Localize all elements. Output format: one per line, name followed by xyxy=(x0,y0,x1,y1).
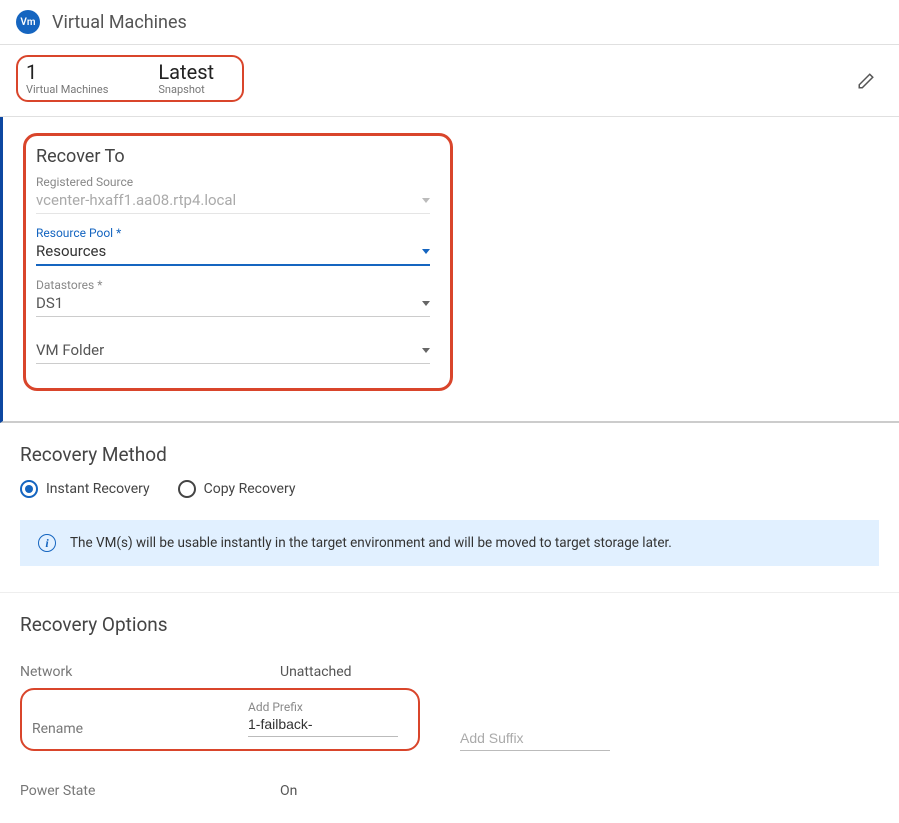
suffix-field xyxy=(460,728,610,751)
recover-to-title: Recover To xyxy=(36,146,430,167)
datastores-select[interactable]: DS1 xyxy=(36,292,430,317)
network-value: Unattached xyxy=(280,664,352,680)
recovery-method-section: Recovery Method Instant Recovery Copy Re… xyxy=(0,423,899,582)
recover-panel: Recover To Registered Source vcenter-hxa… xyxy=(0,117,899,423)
rename-highlight: Rename Add Prefix xyxy=(20,688,420,751)
vm-folder-select[interactable]: VM Folder xyxy=(36,339,430,364)
suffix-input[interactable] xyxy=(460,728,610,751)
power-state-row: Power State On xyxy=(20,769,879,807)
power-state-key: Power State xyxy=(20,783,280,799)
radio-copy-recovery[interactable]: Copy Recovery xyxy=(178,480,296,498)
snapshot-item: Latest Snapshot xyxy=(158,61,214,96)
radio-checked-icon xyxy=(20,480,38,498)
info-text: The VM(s) will be usable instantly in th… xyxy=(70,535,672,551)
summary-highlight: 1 Virtual Machines Latest Snapshot xyxy=(16,55,244,102)
page-header: Vm Virtual Machines xyxy=(0,0,899,45)
summary-bar: 1 Virtual Machines Latest Snapshot xyxy=(0,45,899,117)
radio-copy-label: Copy Recovery xyxy=(204,481,296,497)
vm-folder-value: VM Folder xyxy=(36,341,104,359)
vm-icon: Vm xyxy=(16,10,40,34)
power-state-value: On xyxy=(280,783,297,799)
prefix-input[interactable] xyxy=(248,714,398,737)
resource-pool-select[interactable]: Resources xyxy=(36,240,430,266)
recovery-options-section: Recovery Options Network Unattached Rena… xyxy=(0,593,899,823)
registered-source-field: Registered Source vcenter-hxaff1.aa08.rt… xyxy=(36,173,430,214)
radio-instant-label: Instant Recovery xyxy=(46,481,150,497)
datastores-label: Datastores * xyxy=(36,278,430,292)
page-title: Virtual Machines xyxy=(52,12,187,33)
recover-to-card: Recover To Registered Source vcenter-hxa… xyxy=(23,133,453,391)
recovery-method-title: Recovery Method xyxy=(20,443,879,466)
radio-instant-recovery[interactable]: Instant Recovery xyxy=(20,480,150,498)
datastores-field: Datastores * DS1 xyxy=(36,276,430,317)
rename-key: Rename xyxy=(32,721,248,737)
registered-source-label: Registered Source xyxy=(36,175,430,189)
recovery-method-radios: Instant Recovery Copy Recovery xyxy=(20,480,879,498)
radio-unchecked-icon xyxy=(178,480,196,498)
resource-pool-label: Resource Pool * xyxy=(36,226,430,240)
network-row: Network Unattached xyxy=(20,650,879,688)
network-key: Network xyxy=(20,664,280,680)
snapshot-value: Latest xyxy=(158,61,214,83)
vm-count-value: 1 xyxy=(26,61,108,83)
chevron-down-icon xyxy=(422,301,430,306)
registered-source-select[interactable]: vcenter-hxaff1.aa08.rtp4.local xyxy=(36,189,430,214)
vm-folder-field: VM Folder xyxy=(36,337,430,364)
vm-count-label: Virtual Machines xyxy=(26,83,108,96)
prefix-label: Add Prefix xyxy=(248,700,398,714)
chevron-down-icon xyxy=(422,198,430,203)
prefix-field: Add Prefix xyxy=(248,700,398,737)
rename-row: Rename Add Prefix xyxy=(20,688,879,751)
registered-source-value: vcenter-hxaff1.aa08.rtp4.local xyxy=(36,191,236,209)
edit-icon[interactable] xyxy=(857,72,875,90)
resource-pool-field: Resource Pool * Resources xyxy=(36,224,430,266)
info-icon: i xyxy=(38,534,56,552)
resource-pool-value: Resources xyxy=(36,242,106,260)
recovery-options-title: Recovery Options xyxy=(20,613,879,636)
chevron-down-icon xyxy=(422,249,430,254)
info-banner: i The VM(s) will be usable instantly in … xyxy=(20,520,879,566)
vm-count-item: 1 Virtual Machines xyxy=(26,61,108,96)
snapshot-label: Snapshot xyxy=(158,83,214,96)
datastores-value: DS1 xyxy=(36,294,63,312)
chevron-down-icon xyxy=(422,348,430,353)
